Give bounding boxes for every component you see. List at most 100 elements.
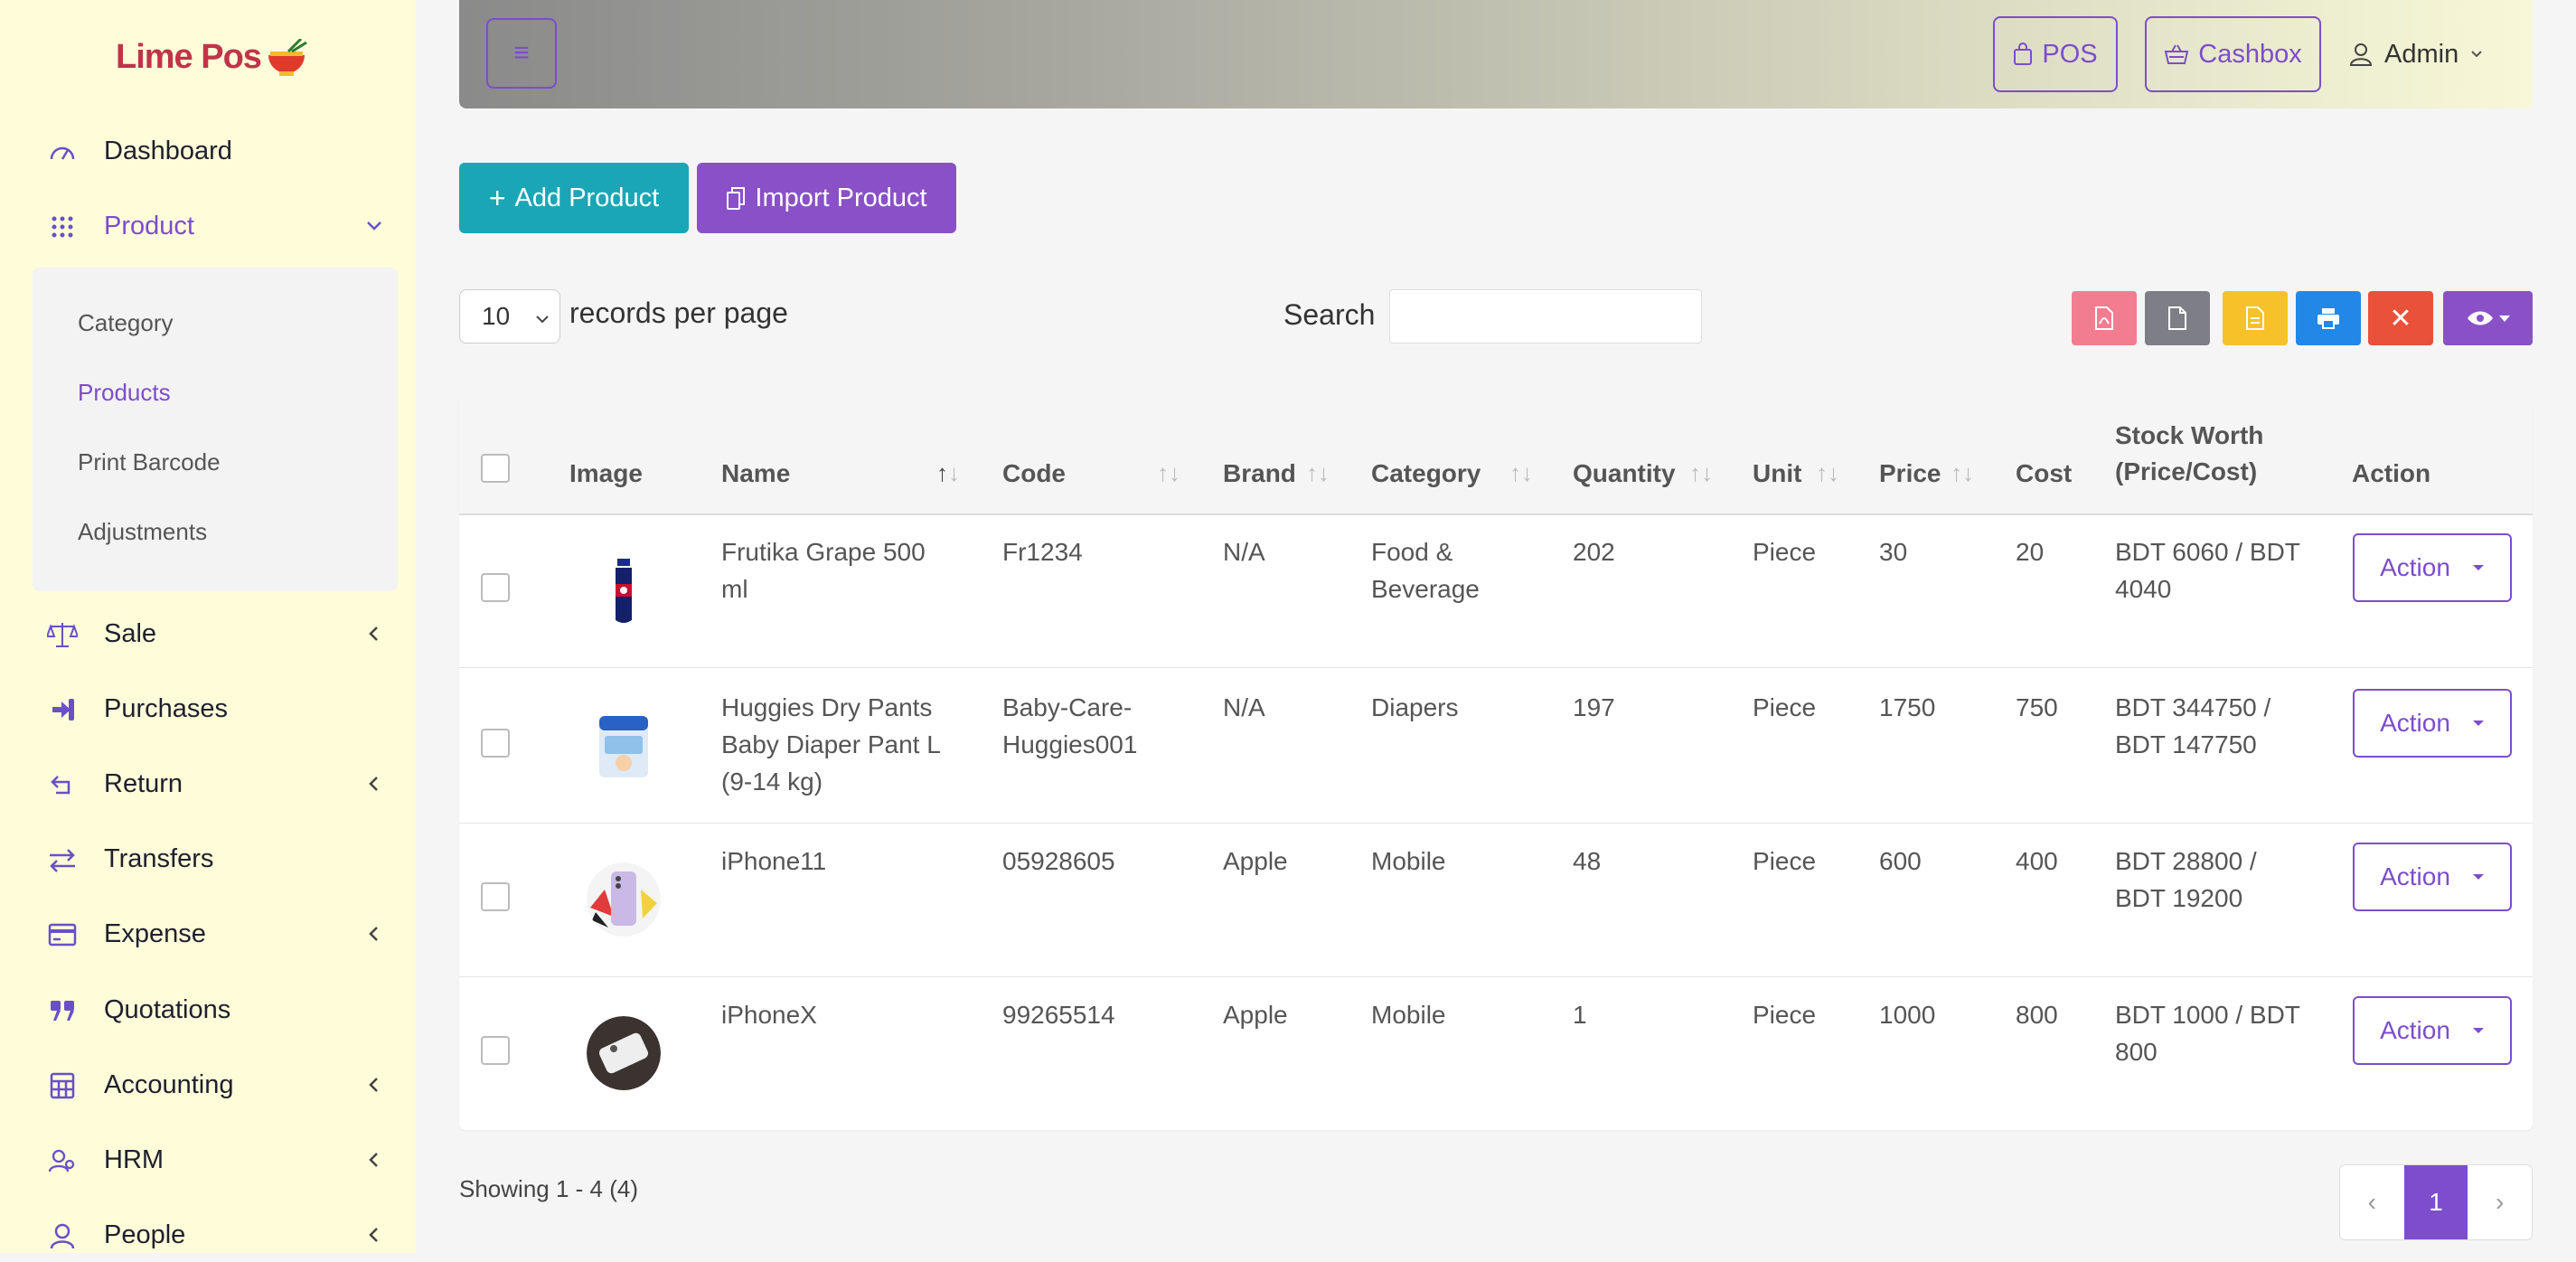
brand-logo[interactable]: Lime Pos bbox=[116, 25, 308, 89]
import-product-button[interactable]: Import Product bbox=[697, 163, 956, 233]
sort-icon[interactable]: ↑↓ bbox=[1157, 459, 1180, 487]
product-quantity: 197 bbox=[1573, 693, 1615, 721]
chevron-down-icon bbox=[362, 213, 387, 239]
user-icon bbox=[2349, 43, 2373, 66]
sidebar-item-purchases[interactable]: Purchases bbox=[0, 682, 416, 736]
sidebar-item-accounting[interactable]: Accounting bbox=[0, 1058, 416, 1112]
sidebar-item-sale[interactable]: Sale bbox=[0, 607, 416, 661]
row-action-button[interactable]: Action bbox=[2353, 533, 2512, 602]
sign-in-icon bbox=[47, 694, 78, 725]
product-stock-worth: BDT 6060 / BDT 4040 bbox=[2115, 533, 2300, 607]
export-excel-button[interactable] bbox=[2223, 291, 2288, 345]
product-price: 30 bbox=[1879, 538, 1908, 566]
prev-page-button[interactable]: ‹ bbox=[2340, 1165, 2404, 1239]
sidebar-item-hrm[interactable]: HRM bbox=[0, 1133, 416, 1187]
sidebar-item-return[interactable]: Return bbox=[0, 757, 416, 811]
select-all-checkbox[interactable] bbox=[481, 454, 510, 483]
row-checkbox[interactable] bbox=[481, 573, 510, 602]
sort-ascending-icon[interactable]: ↑↓ bbox=[936, 459, 960, 487]
column-header-unit[interactable]: Unit bbox=[1753, 456, 1801, 492]
stock-header-line: Stock Worth bbox=[2115, 421, 2264, 449]
chevron-left-icon bbox=[362, 771, 387, 796]
column-header-code[interactable]: Code bbox=[1002, 456, 1066, 492]
sidebar-item-expense[interactable]: Expense bbox=[0, 907, 416, 961]
caret-down-icon bbox=[2472, 565, 2484, 570]
submenu-item-print-barcode[interactable]: Print Barcode bbox=[78, 448, 221, 476]
menu-toggle-button[interactable]: ≡ bbox=[486, 18, 557, 89]
stock-header-line: (Price/Cost) bbox=[2115, 457, 2258, 485]
sidebar-item-label: Transfers bbox=[104, 843, 214, 873]
calculator-icon bbox=[47, 1070, 78, 1101]
product-submenu: Category Products Print Barcode Adjustme… bbox=[33, 268, 398, 591]
add-product-button[interactable]: + Add Product bbox=[459, 163, 689, 233]
product-price: 1750 bbox=[1879, 693, 1936, 721]
sort-icon[interactable]: ↑↓ bbox=[1509, 459, 1533, 487]
sidebar-item-transfers[interactable]: Transfers bbox=[0, 832, 416, 886]
product-unit: Piece bbox=[1753, 538, 1817, 566]
product-unit: Piece bbox=[1753, 847, 1817, 875]
pos-button[interactable]: POS bbox=[1993, 16, 2118, 92]
export-pdf-button[interactable] bbox=[2072, 291, 2137, 345]
grid-dots-icon bbox=[47, 212, 78, 242]
sidebar-item-label: Dashboard bbox=[104, 136, 232, 165]
sidebar-item-dashboard[interactable]: Dashboard bbox=[0, 124, 416, 178]
reset-button[interactable]: ✕ bbox=[2368, 291, 2433, 345]
sidebar-item-product[interactable]: Product bbox=[0, 199, 416, 253]
column-header-stock-worth: Stock Worth (Price/Cost) bbox=[2115, 418, 2263, 490]
stock-line: BDT 344750 / bbox=[2115, 693, 2271, 721]
product-stock-worth: BDT 28800 / BDT 19200 bbox=[2115, 843, 2257, 917]
stock-line: 800 bbox=[2115, 1038, 2158, 1066]
next-page-button[interactable]: › bbox=[2468, 1165, 2532, 1239]
submenu-item-category[interactable]: Category bbox=[78, 309, 174, 337]
sort-icon[interactable]: ↑↓ bbox=[1951, 459, 1974, 487]
copy-icon bbox=[727, 187, 746, 210]
row-checkbox[interactable] bbox=[481, 1036, 510, 1065]
column-header-brand[interactable]: Brand bbox=[1223, 456, 1296, 492]
sidebar-item-label: Accounting bbox=[104, 1069, 234, 1099]
submenu-item-adjustments[interactable]: Adjustments bbox=[78, 518, 207, 546]
sort-icon[interactable]: ↑↓ bbox=[1306, 459, 1330, 487]
row-action-button[interactable]: Action bbox=[2353, 689, 2512, 758]
row-action-button[interactable]: Action bbox=[2353, 843, 2512, 911]
column-visibility-button[interactable] bbox=[2443, 291, 2533, 345]
sort-icon[interactable]: ↑↓ bbox=[1689, 459, 1713, 487]
column-header-name[interactable]: Name bbox=[721, 456, 790, 492]
product-name-line: ml bbox=[721, 575, 748, 603]
sidebar-item-people[interactable]: People bbox=[0, 1208, 416, 1262]
search-input[interactable] bbox=[1389, 289, 1702, 344]
sidebar-item-label: Product bbox=[104, 211, 194, 240]
pagination: ‹ 1 › bbox=[2339, 1164, 2533, 1240]
export-csv-button[interactable] bbox=[2145, 291, 2210, 345]
user-menu[interactable]: Admin bbox=[2348, 16, 2484, 92]
logo-text: Lime Pos bbox=[116, 37, 262, 76]
product-brand: N/A bbox=[1223, 538, 1265, 566]
product-unit: Piece bbox=[1753, 1001, 1817, 1029]
category-line: Food & bbox=[1371, 538, 1453, 566]
chevron-down-icon bbox=[2471, 51, 2482, 58]
sidebar-item-quotations[interactable]: Quotations bbox=[0, 983, 416, 1037]
caret-down-icon bbox=[2472, 720, 2484, 726]
page-button-current[interactable]: 1 bbox=[2403, 1165, 2468, 1239]
column-header-price[interactable]: Price bbox=[1879, 456, 1941, 492]
cashbox-button[interactable]: Cashbox bbox=[2145, 16, 2321, 92]
row-checkbox[interactable] bbox=[481, 729, 510, 758]
close-icon: ✕ bbox=[2389, 303, 2412, 334]
column-header-category[interactable]: Category bbox=[1371, 456, 1481, 492]
scale-icon bbox=[47, 619, 78, 650]
category-line: Beverage bbox=[1371, 575, 1480, 603]
row-action-button[interactable]: Action bbox=[2353, 996, 2512, 1065]
column-header-image: Image bbox=[569, 459, 643, 487]
page-size-select[interactable]: 10 bbox=[459, 289, 560, 344]
product-image bbox=[587, 553, 661, 627]
sidebar-item-label: Quotations bbox=[104, 994, 231, 1024]
row-checkbox[interactable] bbox=[481, 882, 510, 911]
column-header-quantity[interactable]: Quantity bbox=[1573, 456, 1676, 492]
submenu-item-products[interactable]: Products bbox=[78, 379, 171, 407]
users-icon bbox=[47, 1145, 78, 1176]
return-arrow-icon bbox=[47, 769, 78, 800]
product-quantity: 48 bbox=[1573, 847, 1602, 875]
print-button[interactable] bbox=[2296, 291, 2361, 345]
product-name-line: Huggies Dry Pants bbox=[721, 693, 933, 721]
sort-icon[interactable]: ↑↓ bbox=[1816, 459, 1839, 487]
stock-line: BDT 147750 bbox=[2115, 730, 2257, 758]
